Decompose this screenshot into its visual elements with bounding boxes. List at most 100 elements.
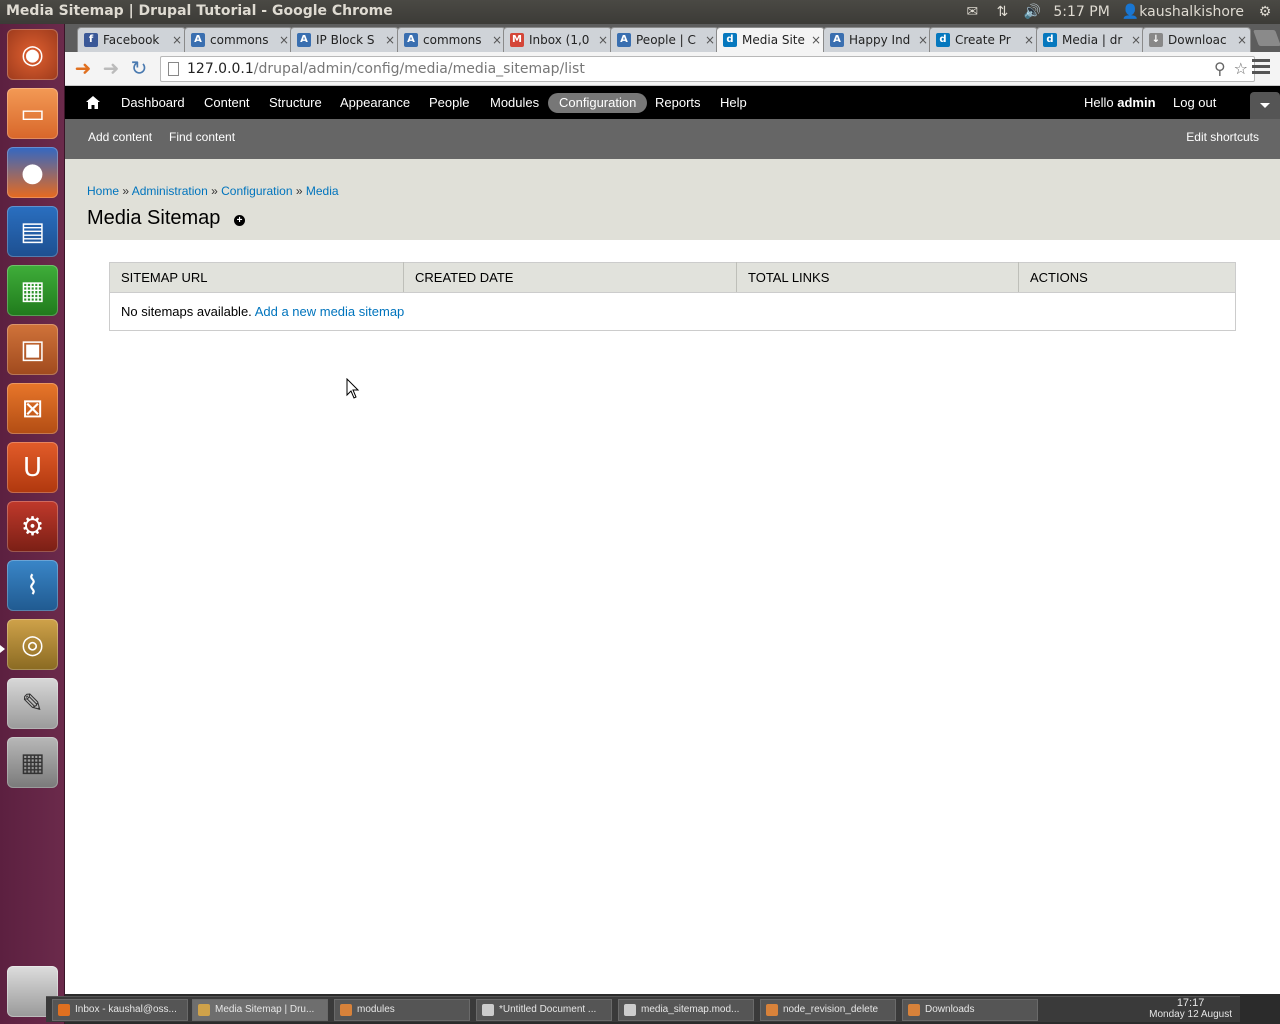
chrome-running-pip [0,645,5,653]
text-editor-icon [624,1004,636,1016]
breadcrumb-media[interactable]: Media [306,184,339,198]
tab-label: Happy Ind [849,33,911,47]
close-tab-icon[interactable]: × [595,33,611,47]
close-tab-icon[interactable]: × [1021,33,1037,47]
table-row: No sitemaps available. Add a new media s… [110,293,1236,331]
breadcrumb-separator: » [295,184,303,198]
breadcrumb-separator: » [211,184,218,198]
username-link[interactable]: admin [1117,95,1155,110]
edit-shortcuts-link[interactable]: Edit shortcuts [1186,119,1259,159]
breadcrumb-configuration[interactable]: Configuration [221,184,292,198]
page-header: Home » Administration » Configuration » … [65,159,1280,240]
task-label: Media Sitemap | Dru... [215,1004,315,1015]
menu-reports[interactable]: Reports [655,86,701,119]
chrome-icon[interactable]: ◎ [7,619,58,670]
text-editor-icon[interactable]: ✎ [7,678,58,729]
add-media-sitemap-link[interactable]: Add a new media sitemap [255,304,405,319]
writer-icon[interactable]: ▤ [7,206,58,257]
tab-label: Inbox (1,0 [529,33,590,47]
close-tab-icon[interactable]: × [382,33,398,47]
task-node-revision-delete[interactable]: node_revision_delete [760,999,896,1021]
logout-link[interactable]: Log out [1173,86,1216,119]
bookmark-star-icon[interactable]: ☆ [1234,57,1248,81]
menu-appearance[interactable]: Appearance [340,86,410,119]
reload-icon[interactable]: ↻ [127,57,151,81]
software-center-icon[interactable]: ⊠ [7,383,58,434]
forward-icon[interactable]: ➜ [99,57,123,81]
task-inbox[interactable]: Inbox - kaushal@oss... [52,999,188,1021]
browser-tab[interactable]: ↓ Downloac × [1142,27,1251,52]
address-bar[interactable]: 127.0.0.1/drupal/admin/config/media/medi… [160,56,1255,82]
close-tab-icon[interactable]: × [1234,33,1250,47]
task-modules[interactable]: modules [334,999,470,1021]
menu-content[interactable]: Content [204,86,250,119]
sitemap-table: Sitemap URL Created Date Total Links Act… [109,262,1236,331]
breadcrumb-separator: » [122,184,130,198]
back-icon[interactable]: ➜ [71,57,95,81]
browser-tab[interactable]: f Facebook × [77,27,186,52]
tab-label: Media Site [742,33,805,47]
top-panel: Media Sitemap | Drupal Tutorial - Google… [0,0,1280,24]
breadcrumb-home[interactable]: Home [87,184,119,198]
shortcut-add-content[interactable]: Add content [88,119,152,159]
task-label: Downloads [925,1004,975,1015]
user-menu[interactable]: 👤kaushalkishore [1122,4,1244,20]
browser-tab[interactable]: A IP Block S × [290,27,399,52]
task-media-sitemap-module[interactable]: media_sitemap.mod... [618,999,754,1021]
network-icon[interactable]: ⇅ [993,4,1011,20]
menu-configuration[interactable]: Configuration [548,93,648,113]
browser-tab[interactable]: d Create Pr × [929,27,1038,52]
mail-icon[interactable]: ✉ [963,4,981,20]
impress-icon[interactable]: ▣ [7,324,58,375]
shortcuts-toggle-button[interactable] [1250,92,1280,119]
hello-user: Hello admin [1084,86,1156,119]
browser-tab[interactable]: Acommons × [397,27,506,52]
close-tab-icon[interactable]: × [169,33,185,47]
add-to-shortcuts-icon[interactable]: + [234,215,245,226]
browser-tab[interactable]: d Media Site × [716,27,825,52]
files-icon[interactable]: ▭ [7,88,58,139]
taskbar-clock[interactable]: 17:17 Monday 12 August [1149,997,1232,1021]
close-tab-icon[interactable]: × [808,33,824,47]
url-path: /drupal/admin/config/media/media_sitemap… [253,61,585,77]
browser-tab[interactable]: d Media | dr × [1036,27,1145,52]
clock[interactable]: 5:17 PM [1053,4,1109,20]
calc-icon[interactable]: ▦ [7,265,58,316]
dash-icon[interactable]: ◉ [7,29,58,80]
session-gear-icon[interactable]: ⚙ [1256,4,1274,20]
breadcrumb-administration[interactable]: Administration [132,184,208,198]
window-title: Media Sitemap | Drupal Tutorial - Google… [6,3,393,19]
workspace-switcher-icon[interactable]: ▦ [7,737,58,788]
task-downloads[interactable]: Downloads [902,999,1038,1021]
column-total-links: Total Links [736,262,1019,293]
tab-label: People | C [636,33,696,47]
chrome-menu-icon[interactable] [1252,59,1270,79]
task-untitled-document[interactable]: *Untitled Document ... [476,999,612,1021]
drupal-page: Dashboard Content Structure Appearance P… [65,86,1280,994]
drupal-icon: d [936,33,950,47]
main-content: Sitemap URL Created Date Total Links Act… [109,262,1236,331]
browser-tab[interactable]: Acommons × [184,27,293,52]
system-monitor-icon[interactable]: ⌇ [7,560,58,611]
firefox-icon[interactable]: ● [7,147,58,198]
ubuntu-one-icon[interactable]: U [7,442,58,493]
menu-dashboard[interactable]: Dashboard [121,86,185,119]
browser-tab[interactable]: A People | C × [610,27,719,52]
home-icon[interactable] [86,96,100,109]
menu-people[interactable]: People [429,86,469,119]
tab-label: Downloac [1168,33,1227,47]
menu-help[interactable]: Help [720,86,747,119]
zoom-icon[interactable]: ⚲ [1214,57,1226,81]
volume-icon[interactable]: 🔊 [1023,4,1041,20]
task-media-sitemap[interactable]: Media Sitemap | Dru... [192,999,328,1021]
menu-modules[interactable]: Modules [490,86,539,119]
menu-structure[interactable]: Structure [269,86,322,119]
new-tab-button[interactable] [1253,30,1280,46]
tab-label: Media | dr [1062,33,1123,47]
browser-tab[interactable]: A Happy Ind × [823,27,932,52]
system-settings-icon[interactable]: ⚙ [7,501,58,552]
tab-label: commons [210,33,269,47]
column-actions: Actions [1018,262,1236,293]
shortcut-find-content[interactable]: Find content [169,119,235,159]
browser-tab[interactable]: M Inbox (1,0 × [503,27,612,52]
